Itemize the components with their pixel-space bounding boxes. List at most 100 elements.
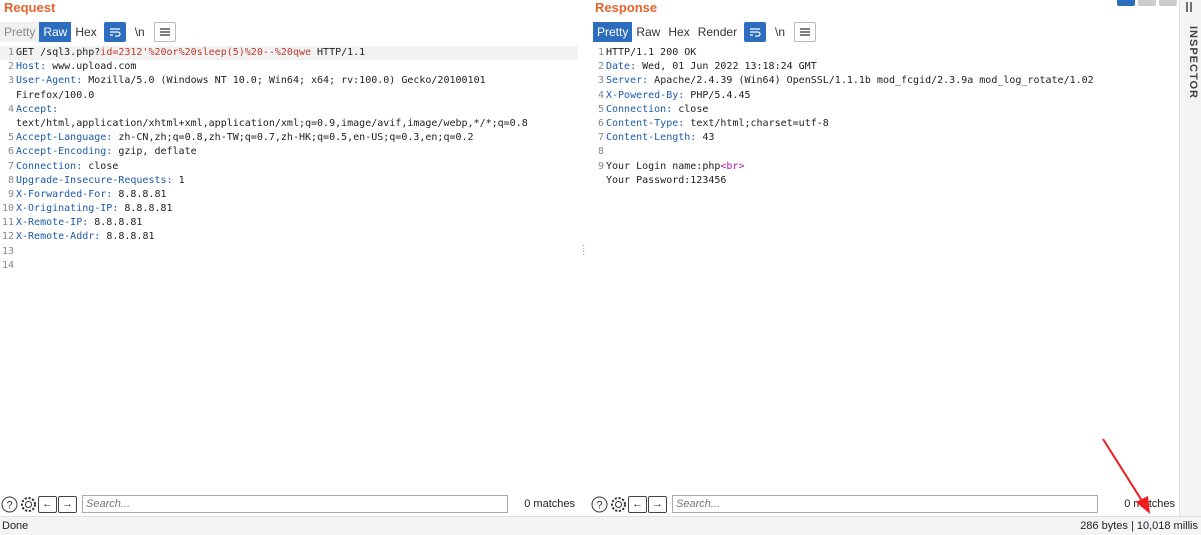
- line-content: Connection: close: [606, 103, 708, 117]
- response-toolbar: Pretty Raw Hex Render \n: [593, 22, 817, 42]
- header-name: Date:: [606, 61, 637, 73]
- editor-line[interactable]: 3 User-Agent: Mozilla/5.0 (Windows NT 10.…: [0, 74, 578, 88]
- response-stats: 286 bytes | 10,018 millis: [1080, 520, 1198, 532]
- editor-line[interactable]: 4 Accept:: [0, 103, 578, 117]
- editor-line[interactable]: 9 X-Forwarded-For: 8.8.8.81: [0, 188, 578, 202]
- line-content: Content-Length: 43: [606, 131, 714, 145]
- layout-side-by-side-button[interactable]: [1117, 0, 1135, 6]
- code-text: 8.8.8.81: [100, 231, 155, 243]
- editor-line[interactable]: 4 X-Powered-By: PHP/5.4.45: [590, 89, 1178, 103]
- editor-line[interactable]: 6 Content-Type: text/html;charset=utf-8: [590, 117, 1178, 131]
- wrap-icon[interactable]: [103, 22, 126, 42]
- editor-line[interactable]: 12 X-Remote-Addr: 8.8.8.81: [0, 230, 578, 244]
- code-text: text/html,application/xhtml+xml,applicat…: [16, 117, 528, 129]
- next-arrow-icon[interactable]: →: [58, 495, 77, 513]
- settings-gear-icon[interactable]: [19, 495, 37, 513]
- settings-gear-icon[interactable]: [609, 495, 627, 513]
- editor-line[interactable]: Firefox/100.0: [0, 89, 578, 103]
- newline-icon[interactable]: \n: [769, 22, 791, 42]
- line-number: 8: [7, 174, 14, 186]
- line-number: 1: [597, 47, 604, 58]
- editor-line[interactable]: Your Password:123456: [590, 174, 1178, 188]
- line-content: HTTP/1.1 200 OK: [606, 46, 696, 60]
- header-name: X-Remote-IP:: [16, 217, 89, 229]
- menu-icon[interactable]: [153, 22, 176, 42]
- response-panel: Response Pretty Raw Hex Render \n 1 HTTP/…: [590, 0, 1178, 516]
- code-text: PHP/5.4.45: [684, 89, 751, 101]
- line-number: 5: [597, 103, 604, 115]
- layout-top-bottom-button[interactable]: [1138, 0, 1156, 6]
- help-icon[interactable]: ?: [590, 495, 608, 513]
- editor-line[interactable]: 8 Upgrade-Insecure-Requests: 1: [0, 174, 578, 188]
- header-name: Server:: [606, 75, 649, 87]
- inspector-label[interactable]: INSPECTOR: [1187, 26, 1199, 99]
- line-content: X-Originating-IP: 8.8.8.81: [16, 202, 173, 216]
- line-number: 4: [7, 103, 14, 115]
- next-arrow-icon[interactable]: →: [648, 495, 667, 513]
- editor-line[interactable]: text/html,application/xhtml+xml,applicat…: [0, 117, 578, 131]
- editor-line[interactable]: 11 X-Remote-IP: 8.8.8.81: [0, 216, 578, 230]
- editor-line[interactable]: 3 Server: Apache/2.4.39 (Win64) OpenSSL/1…: [590, 74, 1178, 88]
- sidebar-toggle-icon[interactable]: [1184, 1, 1196, 13]
- inspector-sidebar[interactable]: INSPECTOR: [1179, 0, 1201, 516]
- header-name: User-Agent:: [16, 75, 83, 87]
- editor-line[interactable]: 8: [590, 145, 1178, 159]
- code-text: gzip, deflate: [112, 146, 197, 158]
- editor-line[interactable]: 1 HTTP/1.1 200 OK: [590, 46, 1178, 60]
- code-text: <br>: [720, 160, 745, 172]
- line-content: Server: Apache/2.4.39 (Win64) OpenSSL/1.…: [606, 74, 1094, 88]
- svg-text:?: ?: [596, 499, 602, 511]
- editor-line[interactable]: 7 Content-Length: 43: [590, 131, 1178, 145]
- line-number: 4: [597, 89, 604, 101]
- line-number: 7: [597, 132, 604, 144]
- tab-raw[interactable]: Raw: [39, 22, 72, 42]
- editor-line[interactable]: 5 Connection: close: [590, 103, 1178, 117]
- tab-pretty[interactable]: Pretty: [593, 22, 633, 42]
- panel-divider-handle[interactable]: · · · ·: [582, 241, 585, 260]
- editor-line[interactable]: 2 Host: www.upload.com: [0, 60, 578, 74]
- line-content: X-Remote-Addr: 8.8.8.81: [16, 230, 154, 244]
- line-number: 9: [597, 160, 604, 172]
- response-search-input[interactable]: [672, 495, 1098, 513]
- editor-line[interactable]: 5 Accept-Language: zh-CN,zh;q=0.8,zh-TW;q…: [0, 131, 578, 145]
- editor-line[interactable]: 14: [0, 259, 578, 273]
- response-match-count: 0 matches: [1124, 498, 1175, 510]
- line-content: X-Remote-IP: 8.8.8.81: [16, 216, 142, 230]
- editor-line[interactable]: 1 GET /sql3.php?id=2312'%20or%20sleep(5)%…: [0, 46, 578, 61]
- line-content: text/html,application/xhtml+xml,applicat…: [16, 117, 528, 131]
- previous-arrow-icon[interactable]: ←: [628, 495, 647, 513]
- editor-line[interactable]: 2 Date: Wed, 01 Jun 2022 13:18:24 GMT: [590, 60, 1178, 74]
- header-name: X-Originating-IP:: [16, 203, 119, 215]
- code-text: close: [672, 103, 709, 115]
- line-content: X-Forwarded-For: 8.8.8.81: [16, 188, 167, 202]
- newline-icon[interactable]: \n: [129, 22, 151, 42]
- svg-text:?: ?: [6, 499, 12, 511]
- line-content: Connection: close: [16, 160, 118, 174]
- response-title: Response: [595, 0, 658, 15]
- header-name: Accept:: [16, 103, 59, 115]
- tab-raw[interactable]: Raw: [632, 22, 664, 42]
- line-content: X-Powered-By: PHP/5.4.45: [606, 89, 751, 103]
- previous-arrow-icon[interactable]: ←: [38, 495, 57, 513]
- tab-render[interactable]: Render: [694, 22, 741, 42]
- tab-hex[interactable]: Hex: [71, 22, 100, 42]
- editor-line[interactable]: 6 Accept-Encoding: gzip, deflate: [0, 145, 578, 159]
- line-number: 2: [7, 61, 14, 73]
- code-text: www.upload.com: [46, 61, 137, 73]
- layout-tabs-button[interactable]: [1159, 0, 1177, 6]
- line-content: Host: www.upload.com: [16, 60, 136, 74]
- request-search-input[interactable]: [82, 495, 508, 513]
- editor-line[interactable]: 10 X-Originating-IP: 8.8.8.81: [0, 202, 578, 216]
- request-editor[interactable]: 1 GET /sql3.php?id=2312'%20or%20sleep(5)%…: [0, 46, 578, 490]
- editor-line[interactable]: 9 Your Login name:php<br>: [590, 160, 1178, 174]
- line-content: Upgrade-Insecure-Requests: 1: [16, 174, 185, 188]
- response-editor[interactable]: 1 HTTP/1.1 200 OK 2 Date: Wed, 01 Jun 2022 …: [590, 46, 1178, 490]
- editor-line[interactable]: 7 Connection: close: [0, 160, 578, 174]
- menu-icon[interactable]: [794, 22, 817, 42]
- wrap-icon[interactable]: [744, 22, 767, 42]
- tab-pretty[interactable]: Pretty: [0, 22, 40, 42]
- header-name: Accept-Encoding:: [16, 146, 113, 158]
- help-icon[interactable]: ?: [0, 495, 18, 513]
- editor-line[interactable]: 13: [0, 245, 578, 259]
- tab-hex[interactable]: Hex: [664, 22, 693, 42]
